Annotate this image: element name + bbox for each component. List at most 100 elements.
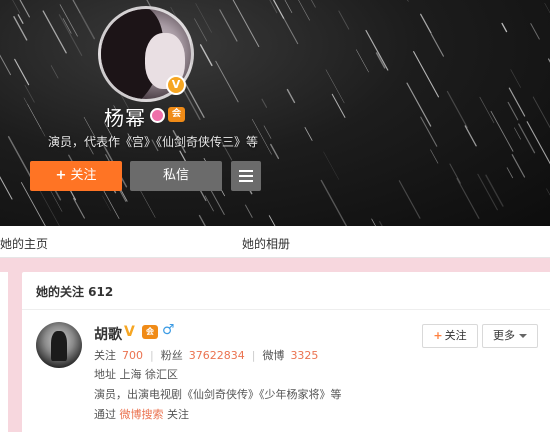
star-streak: [58, 14, 83, 56]
star-streak: [490, 110, 514, 152]
cover-background-streaks: [0, 0, 550, 226]
verified-icon: V: [124, 324, 135, 340]
star-streak: [464, 125, 477, 147]
star-streak: [518, 123, 536, 154]
star-streak: [456, 177, 480, 219]
star-streak: [13, 16, 28, 41]
user-follow-button[interactable]: + 关注: [422, 324, 478, 348]
stat-following-count[interactable]: 700: [122, 349, 143, 362]
message-button[interactable]: 私信: [130, 161, 222, 191]
star-streak: [530, 23, 540, 40]
star-streak: [286, 88, 296, 104]
star-streak: [204, 195, 214, 212]
star-streak: [446, 90, 468, 129]
star-streak: [323, 151, 340, 180]
follow-source-link[interactable]: 微博搜索: [120, 408, 164, 421]
star-streak: [304, 127, 313, 141]
user-name-link[interactable]: 胡歌: [94, 324, 122, 344]
star-streak: [7, 136, 33, 180]
star-streak: [14, 58, 30, 86]
star-streak: [284, 0, 293, 14]
stat-fans-count[interactable]: 37622834: [189, 349, 245, 362]
star-streak: [485, 174, 504, 207]
user-more-button[interactable]: 更多: [482, 324, 538, 348]
star-streak: [12, 0, 21, 14]
member-crown-icon: 会: [142, 325, 158, 339]
star-streak: [310, 0, 316, 8]
star-streak: [42, 10, 67, 54]
star-streak: [320, 179, 348, 226]
star-streak: [420, 13, 432, 34]
tab-home[interactable]: 她的主页: [0, 235, 48, 252]
more-menu-button[interactable]: [231, 161, 261, 191]
star-streak: [507, 101, 519, 121]
user-location: 地址 上海 徐汇区: [94, 366, 178, 382]
star-streak: [371, 218, 376, 226]
follow-source: 通过 微博搜索 关注: [94, 406, 189, 422]
star-streak: [325, 69, 345, 104]
star-streak: [375, 52, 386, 69]
star-streak: [261, 98, 268, 108]
star-streak: [365, 29, 389, 71]
star-streak: [501, 22, 508, 33]
profile-cover: V 杨幂 会 演员，代表作《宫》《仙剑奇侠传三》等 + 关注 私信: [0, 0, 550, 226]
star-streak: [198, 214, 207, 226]
profile-description: 演员，代表作《宫》《仙剑奇侠传三》等: [48, 135, 259, 149]
user-bio: 演员，出演电视剧《仙剑奇侠传》《少年杨家将》等: [94, 388, 342, 401]
verified-badge-icon: V: [166, 75, 186, 95]
star-streak: [194, 18, 208, 42]
location-label: 地址: [94, 368, 116, 381]
user-avatar[interactable]: [36, 322, 82, 368]
following-title: 她的关注 612: [36, 285, 114, 299]
star-streak: [215, 60, 239, 103]
star-streak: [511, 154, 526, 178]
star-streak: [245, 204, 253, 218]
star-streak: [407, 0, 409, 2]
star-streak: [532, 96, 550, 129]
star-streak: [298, 0, 310, 21]
user-follow-label: 关注: [444, 329, 467, 342]
chevron-down-icon: [519, 334, 527, 338]
tab-album[interactable]: 她的相册: [242, 235, 290, 252]
star-streak: [72, 0, 96, 40]
star-streak: [406, 82, 432, 127]
location-value: 上海 徐汇区: [119, 368, 179, 381]
star-streak: [102, 195, 111, 211]
star-streak: [479, 96, 495, 124]
left-column-edge: [0, 272, 8, 432]
stat-weibo-count[interactable]: 3325: [290, 349, 318, 362]
star-streak: [430, 33, 444, 57]
star-streak: [0, 176, 13, 200]
star-streak: [268, 215, 276, 226]
star-streak: [331, 93, 346, 118]
member-crown-icon: 会: [168, 107, 185, 122]
star-streak: [0, 54, 12, 76]
star-streak: [413, 51, 440, 98]
following-panel-header: 她的关注 612: [22, 272, 550, 310]
stat-weibo-label: 微博: [262, 349, 285, 362]
star-streak: [506, 167, 514, 179]
star-streak: [510, 69, 521, 88]
user-stats: 关注 700 | 粉丝 37622834 | 微博 3325: [94, 349, 319, 362]
stat-following-label: 关注: [94, 349, 116, 362]
follow-source-suffix: 关注: [167, 408, 189, 421]
following-panel: 她的关注 612 胡歌 V 会 ♂ 关注 700 | 粉丝 37622834 | 微博 332…: [22, 272, 550, 432]
hamburger-icon: [239, 170, 253, 172]
star-streak: [195, 3, 212, 33]
male-gender-icon: ♂: [162, 322, 175, 338]
star-streak: [514, 127, 521, 140]
follow-button[interactable]: + 关注: [30, 161, 122, 191]
star-streak: [23, 97, 46, 137]
female-gender-icon: [150, 108, 165, 123]
user-more-label: 更多: [493, 329, 515, 342]
plus-icon: +: [55, 168, 67, 183]
follow-button-label: 关注: [70, 168, 97, 183]
star-streak: [338, 10, 350, 30]
star-streak: [72, 197, 85, 219]
star-streak: [62, 18, 72, 34]
star-streak: [449, 163, 461, 184]
follow-source-prefix: 通过: [94, 408, 116, 421]
star-streak: [508, 87, 526, 117]
star-streak: [219, 9, 238, 42]
star-streak: [398, 180, 421, 219]
